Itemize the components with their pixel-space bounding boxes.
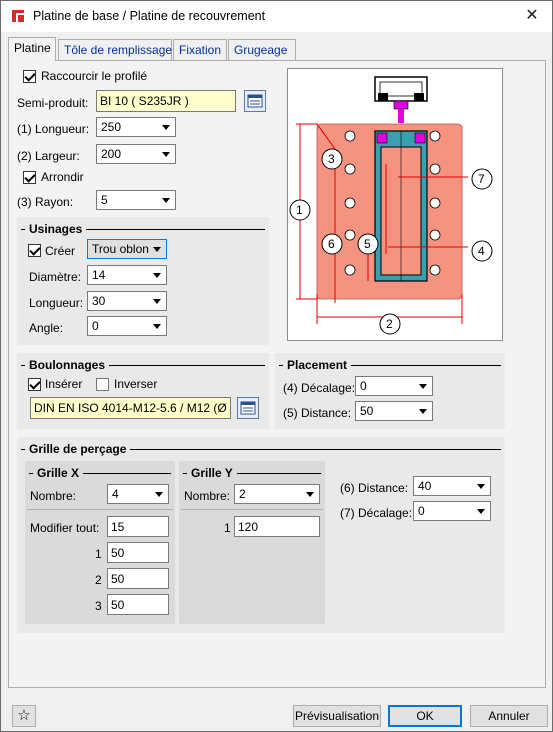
- grille-x-row-index: 3: [95, 599, 102, 613]
- diametre-label: Diamètre:: [29, 270, 82, 284]
- tab-fixation[interactable]: Fixation: [173, 39, 227, 60]
- largeur-combo[interactable]: 200: [96, 144, 176, 164]
- grille-title: Grille de perçage: [25, 442, 131, 456]
- window-title: Platine de base / Platine de recouvremen…: [33, 9, 266, 23]
- preview-drawing: 1 2 3 4 5 6 7: [287, 68, 503, 341]
- chevron-down-icon: [419, 409, 427, 414]
- grille-y-title: Grille Y: [187, 466, 237, 480]
- diametre-combo[interactable]: 14: [87, 265, 167, 285]
- tab-grugeage[interactable]: Grugeage: [228, 39, 296, 60]
- grille-y-nombre-label: Nombre:: [184, 489, 231, 503]
- chevron-down-icon: [153, 299, 161, 304]
- callout-6: 6: [328, 237, 335, 251]
- grille-x-separator: [27, 509, 173, 510]
- callout-7: 7: [478, 172, 485, 186]
- chevron-down-icon: [162, 152, 170, 157]
- chevron-down-icon: [162, 125, 170, 130]
- semi-produit-label: Semi-produit:: [17, 96, 89, 110]
- usinage-longueur-combo[interactable]: 30: [87, 291, 167, 311]
- chevron-down-icon: [153, 273, 161, 278]
- usinage-longueur-label: Longueur:: [29, 296, 84, 310]
- semi-produit-browse-button[interactable]: [244, 90, 266, 112]
- chevron-down-icon: [477, 484, 485, 489]
- grille-y-row-index: 1: [224, 521, 231, 535]
- grille-distance-combo[interactable]: 40: [413, 476, 491, 496]
- grille-x-row-field[interactable]: 50: [107, 594, 169, 615]
- modifier-tout-label: Modifier tout:: [30, 521, 100, 535]
- rayon-combo[interactable]: 5: [96, 190, 176, 210]
- grille-x-nombre-combo[interactable]: 4: [107, 484, 169, 504]
- grille-x-row-index: 1: [95, 547, 102, 561]
- dialog-window: Platine de base / Platine de recouvremen…: [0, 0, 553, 732]
- chevron-down-icon: [153, 324, 161, 329]
- placement-title: Placement: [283, 358, 352, 372]
- plate-diagram: 1 2 3 4 5 6 7: [289, 76, 493, 335]
- grille-y-separator: [181, 509, 323, 510]
- preview-button[interactable]: Prévisualisation: [293, 705, 381, 727]
- chevron-down-icon: [162, 198, 170, 203]
- ok-button[interactable]: OK: [388, 705, 462, 727]
- creer-checkbox[interactable]: [28, 244, 41, 257]
- boulon-field[interactable]: DIN EN ISO 4014-M12-5.6 / M12 (Ø: [30, 397, 231, 419]
- cancel-button[interactable]: Annuler: [470, 705, 548, 727]
- raccourcir-checkbox[interactable]: [23, 70, 36, 83]
- app-icon: [11, 9, 25, 23]
- modifier-tout-field[interactable]: 15: [107, 516, 169, 537]
- chevron-down-icon: [153, 247, 161, 252]
- inserer-label: Insérer: [45, 377, 83, 391]
- grille-x-title: Grille X: [33, 466, 84, 480]
- grille-x-row-field[interactable]: 50: [107, 568, 169, 589]
- arrondir-label: Arrondir: [41, 170, 84, 184]
- creer-label: Créer: [45, 244, 76, 258]
- inverser-checkbox[interactable]: [96, 378, 109, 391]
- decalage-label: (4) Décalage:: [283, 381, 356, 395]
- distance-label: (5) Distance:: [283, 406, 352, 420]
- tab-platine[interactable]: Platine: [8, 37, 56, 61]
- usinage-type-combo[interactable]: Trou oblon: [87, 239, 167, 259]
- grille-decalage-combo[interactable]: 0: [413, 501, 491, 521]
- callout-2: 2: [386, 317, 393, 331]
- boulon-browse-button[interactable]: [237, 397, 259, 419]
- longueur-label: (1) Longueur:: [17, 122, 90, 136]
- callout-5: 5: [364, 237, 371, 251]
- grille-x-nombre-label: Nombre:: [30, 489, 77, 503]
- grille-x-row-field[interactable]: 50: [107, 542, 169, 563]
- chevron-down-icon: [306, 492, 314, 497]
- callout-3: 3: [328, 152, 335, 166]
- close-button[interactable]: ✕: [520, 5, 544, 27]
- distance-combo[interactable]: 50: [355, 401, 433, 421]
- catalog-icon: [240, 401, 256, 415]
- inserer-checkbox[interactable]: [28, 378, 41, 391]
- decalage-combo[interactable]: 0: [355, 376, 433, 396]
- grille-distance-label: (6) Distance:: [340, 481, 409, 495]
- boulonnages-title: Boulonnages: [25, 358, 110, 372]
- semi-produit-field[interactable]: BI 10 ( S235JR ): [96, 90, 236, 112]
- usinages-title: Usinages: [25, 222, 87, 236]
- inverser-label: Inverser: [114, 377, 158, 391]
- rayon-label: (3) Rayon:: [17, 195, 74, 209]
- callout-4: 4: [478, 244, 485, 258]
- angle-combo[interactable]: 0: [87, 316, 167, 336]
- star-icon: ☆: [17, 707, 31, 724]
- grille-decalage-label: (7) Décalage:: [340, 506, 413, 520]
- largeur-label: (2) Largeur:: [17, 149, 80, 163]
- grille-y-row-field[interactable]: 120: [234, 516, 320, 537]
- chevron-down-icon: [477, 509, 485, 514]
- catalog-icon: [247, 94, 263, 108]
- grille-y-nombre-combo[interactable]: 2: [234, 484, 320, 504]
- longueur-combo[interactable]: 250: [96, 117, 176, 137]
- grille-x-row-index: 2: [95, 573, 102, 587]
- title-bar: Platine de base / Platine de recouvremen…: [1, 1, 552, 32]
- chevron-down-icon: [419, 384, 427, 389]
- callout-1: 1: [296, 203, 303, 217]
- arrondir-checkbox[interactable]: [23, 171, 36, 184]
- tab-tole-remplissage[interactable]: Tôle de remplissage: [58, 39, 172, 60]
- raccourcir-label: Raccourcir le profilé: [41, 69, 148, 83]
- chevron-down-icon: [155, 492, 163, 497]
- favorites-button[interactable]: ☆: [12, 705, 36, 727]
- angle-label: Angle:: [29, 321, 64, 335]
